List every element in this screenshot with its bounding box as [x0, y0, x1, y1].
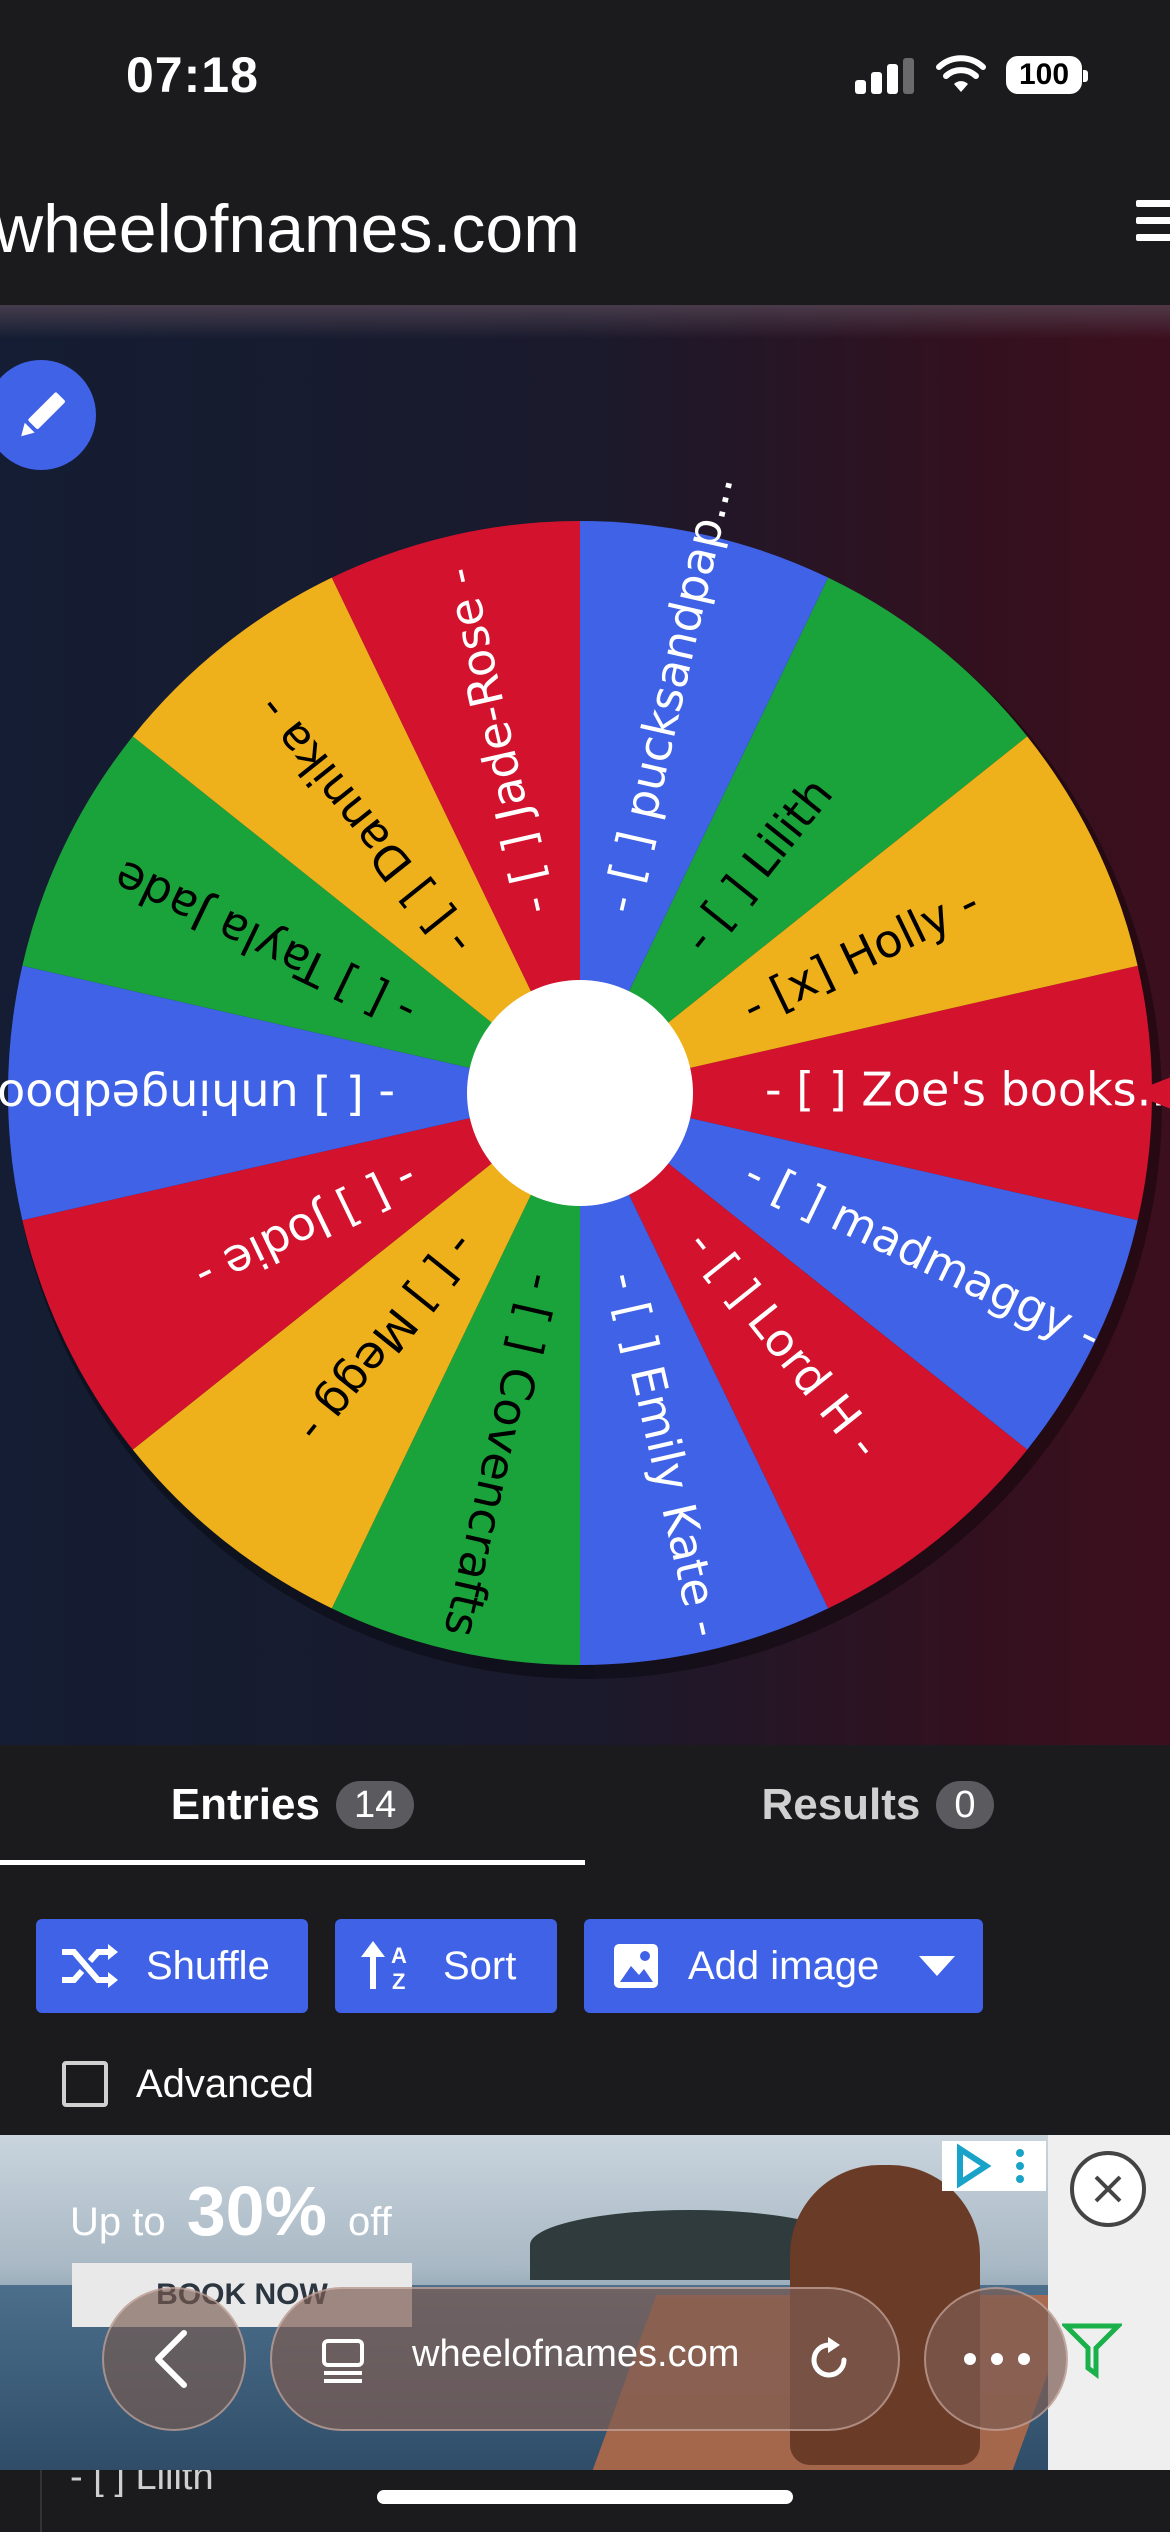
more-options-button[interactable] [924, 2287, 1068, 2431]
more-dot-icon [991, 2353, 1003, 2365]
back-button[interactable] [102, 2287, 246, 2431]
site-header: wheelofnames.com [0, 150, 1170, 305]
spinning-wheel[interactable]: - [ ] Zoe's books...- [ ] madmaggy -- [ … [0, 305, 1170, 1745]
ad-upto-suffix: off [347, 2200, 392, 2244]
add-image-label: Add image [688, 1943, 880, 1988]
address-bar[interactable]: wheelofnames.com [270, 2287, 900, 2431]
wheel-hub[interactable] [467, 980, 693, 1206]
tabs-icon [322, 2339, 364, 2383]
tab-results[interactable]: Results 0 [585, 1745, 1170, 1865]
wheel-entry-label: - [ ] Zoe's books... [765, 1063, 1170, 1117]
add-image-button[interactable]: Add image [584, 1919, 983, 2013]
status-time: 07:18 [126, 47, 259, 103]
more-dot-icon [1018, 2353, 1030, 2365]
cellular-signal-icon [855, 58, 915, 94]
wheel-entry-label: - [ ] unhingedboo... [0, 1070, 395, 1124]
shuffle-icon [62, 1944, 118, 1988]
tab-bar: Entries 14 Results 0 [0, 1745, 1170, 1866]
hamburger-menu-icon[interactable] [1136, 200, 1170, 250]
shuffle-label: Shuffle [146, 1943, 270, 1988]
reload-icon [811, 2337, 847, 2378]
tab-results-label: Results [761, 1780, 921, 1829]
entry-line[interactable]: - [ ] Lilith [70, 2470, 214, 2499]
ad-headline: Up to 30% off [70, 2171, 392, 2251]
svg-text:Z: Z [392, 1969, 405, 1991]
image-icon [614, 1944, 658, 1988]
entries-toolbar: Shuffle A Z Sort Add image Advanced [0, 1865, 1170, 2135]
wheel-stage: - [ ] Zoe's books... - [ ] madmaggy -- [ … [0, 305, 1170, 1745]
wifi-icon [936, 55, 986, 92]
sort-label: Sort [443, 1943, 517, 1988]
shuffle-button[interactable]: Shuffle [36, 1919, 308, 2013]
ad-choices-icon[interactable] [942, 2141, 1046, 2191]
site-title[interactable]: wheelofnames.com [0, 190, 580, 268]
tab-entries-label: Entries [170, 1780, 320, 1829]
battery-indicator: 100 [1006, 56, 1088, 94]
advanced-toggle[interactable]: Advanced [62, 2061, 314, 2107]
ad-upto-prefix: Up to [70, 2200, 166, 2244]
home-indicator [377, 2490, 793, 2504]
svg-text:A: A [391, 1943, 407, 1968]
status-bar: 07:18 100 [0, 0, 1170, 150]
dropdown-caret-icon [919, 1956, 956, 1976]
advanced-checkbox[interactable] [62, 2061, 108, 2107]
sort-button[interactable]: A Z Sort [335, 1919, 557, 2013]
results-count-badge: 0 [936, 1781, 994, 1829]
ad-close-icon[interactable] [1070, 2151, 1146, 2227]
more-dot-icon [964, 2353, 976, 2365]
ad-discount: 30% [186, 2172, 327, 2250]
advanced-label: Advanced [136, 2061, 314, 2106]
entries-count-badge: 14 [335, 1781, 415, 1829]
address-text: wheelofnames.com [412, 2333, 740, 2375]
sort-az-icon: A Z [361, 1941, 407, 1991]
tab-entries[interactable]: Entries 14 [0, 1745, 585, 1865]
chevron-left-icon [155, 2330, 187, 2388]
ad-brand-icon [1062, 2323, 1122, 2379]
